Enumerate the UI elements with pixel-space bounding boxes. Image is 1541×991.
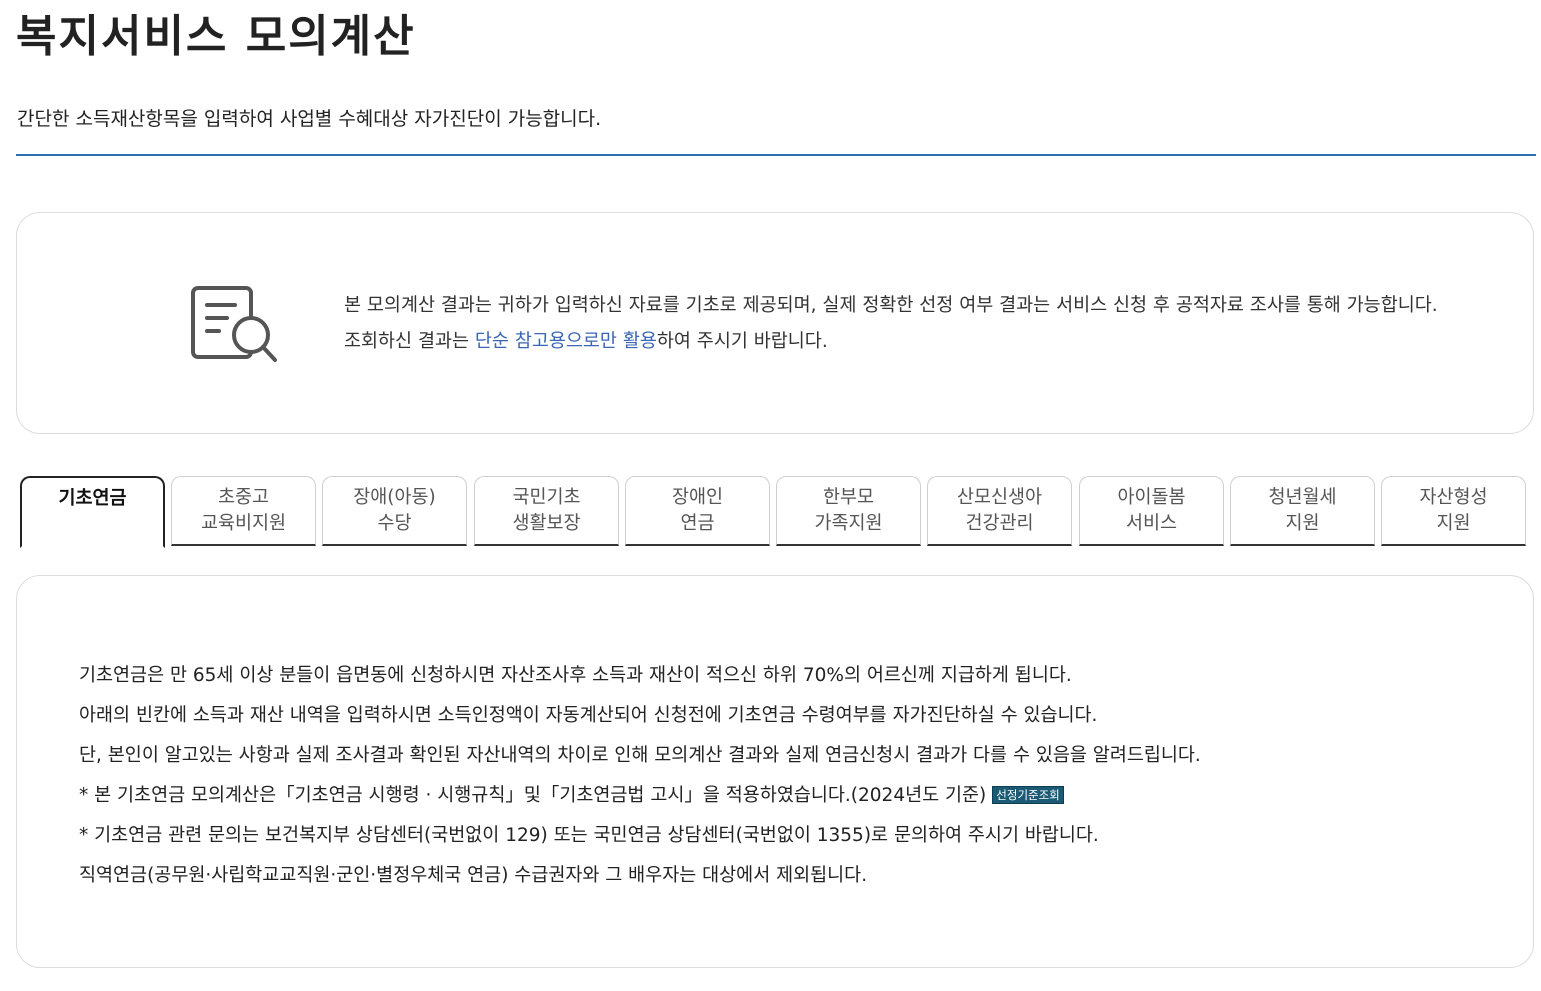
tab-asset-building[interactable]: 자산형성 지원: [1381, 476, 1526, 546]
program-tabs: 기초연금 초중고 교육비지원 장애(아동) 수당 국민기초 생활보장 장애인 연…: [20, 476, 1528, 548]
tab-disability-pension[interactable]: 장애인 연금: [625, 476, 770, 546]
tab-label-line2: 건강관리: [965, 512, 1034, 534]
tab-label-line1: 장애(아동): [353, 486, 436, 508]
tab-label-line1: 초중고: [217, 486, 270, 508]
notice-highlight: 단순 참고용으로만 활용: [474, 331, 657, 352]
tab-content-panel: 기초연금은 만 65세 이상 분들이 읍면동에 신청하시면 자산조사후 소득과 …: [16, 575, 1534, 968]
description-line-with-badge: * 본 기초연금 모의계산은「기초연금 시행령 · 시행규칙」및「기초연금법 고…: [79, 776, 1519, 816]
tab-label-line1: 한부모: [822, 486, 875, 508]
tab-label-line1: 기초연금: [58, 488, 127, 509]
tab-label-line1: 아이돌봄: [1117, 486, 1186, 508]
description-list: 기초연금은 만 65세 이상 분들이 읍면동에 신청하시면 자산조사후 소득과 …: [79, 656, 1519, 896]
description-line: 기초연금은 만 65세 이상 분들이 읍면동에 신청하시면 자산조사후 소득과 …: [79, 665, 1072, 686]
page-subtitle: 간단한 소득재산항목을 입력하여 사업별 수혜대상 자가진단이 가능합니다.: [17, 108, 602, 130]
criteria-lookup-button[interactable]: 선정기준조회: [992, 786, 1064, 804]
description-line-text: * 본 기초연금 모의계산은「기초연금 시행령 · 시행규칙」및「기초연금법 고…: [79, 785, 987, 806]
tab-label-line2: 서비스: [1125, 512, 1178, 534]
description-line: 아래의 빈칸에 소득과 재산 내역을 입력하시면 소득인정액이 자동계산되어 신…: [79, 705, 1098, 726]
tab-youth-rent[interactable]: 청년월세 지원: [1230, 476, 1375, 546]
page-title: 복지서비스 모의계산: [16, 11, 416, 62]
notice-text-end: 하여 주시기 바랍니다.: [656, 331, 828, 352]
tab-label-line2: 수당: [377, 512, 412, 534]
tab-label-line2: 가족지원: [814, 512, 883, 534]
tab-label-line2: 생활보장: [512, 512, 581, 534]
tab-single-parent[interactable]: 한부모 가족지원: [776, 476, 921, 546]
notice-box: 본 모의계산 결과는 귀하가 입력하신 자료를 기초로 제공되며, 실제 정확한…: [16, 212, 1534, 434]
tab-label-line1: 장애인: [671, 486, 724, 508]
tab-label-line2: 교육비지원: [200, 512, 287, 534]
description-line: 직역연금(공무원·사립학교교직원·군인·별정우체국 연금) 수급권자와 그 배우…: [79, 865, 868, 886]
tab-disabled-child-allowance[interactable]: 장애(아동) 수당: [322, 476, 467, 546]
tab-basic-pension[interactable]: 기초연금: [20, 476, 165, 548]
tab-basic-livelihood[interactable]: 국민기초 생활보장: [474, 476, 619, 546]
tab-label-line1: 청년월세: [1268, 486, 1337, 508]
description-line: 단, 본인이 알고있는 사항과 실제 조사결과 확인된 자산내역의 차이로 인해…: [79, 745, 1201, 766]
document-search-icon: [191, 286, 277, 362]
tab-label-line1: 국민기초: [512, 486, 581, 508]
tab-maternal-newborn[interactable]: 산모신생아 건강관리: [927, 476, 1072, 546]
tab-child-care[interactable]: 아이돌봄 서비스: [1079, 476, 1224, 546]
tab-label-line2: 연금: [680, 512, 715, 534]
tab-label-line1: 자산형성: [1419, 486, 1488, 508]
tab-label-line1: 산모신생아: [956, 486, 1043, 508]
description-line: * 기초연금 관련 문의는 보건복지부 상담센터(국번없이 129) 또는 국민…: [79, 825, 1099, 846]
title-divider: [16, 154, 1536, 156]
tab-label-line2: 지원: [1285, 512, 1320, 534]
notice-text: 본 모의계산 결과는 귀하가 입력하신 자료를 기초로 제공되며, 실제 정확한…: [344, 288, 1459, 360]
tab-education-support[interactable]: 초중고 교육비지원: [171, 476, 316, 546]
tab-label-line2: 지원: [1436, 512, 1471, 534]
